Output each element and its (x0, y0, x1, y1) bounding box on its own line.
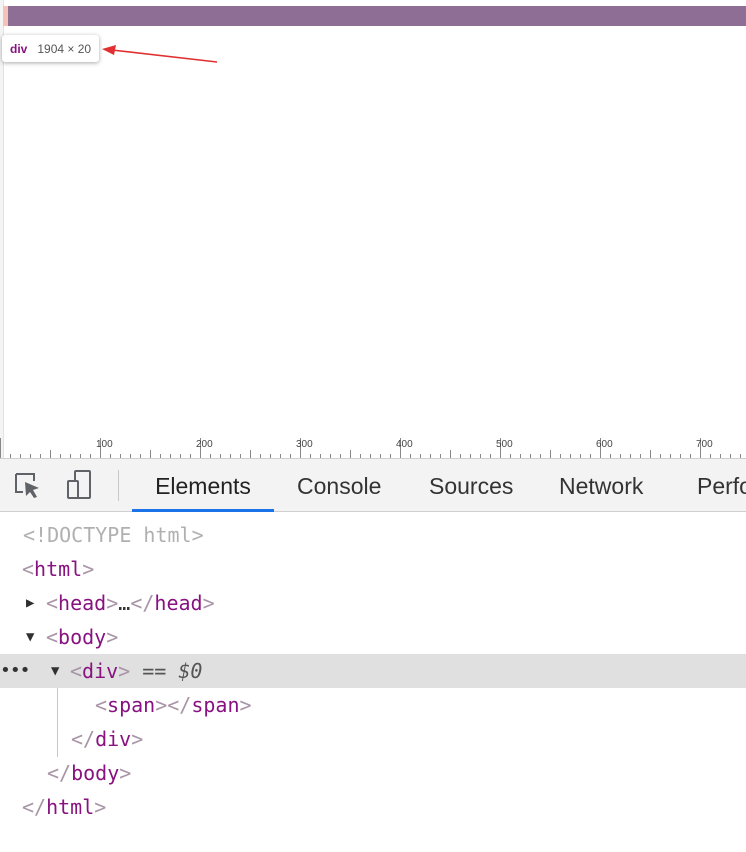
tab-sources[interactable]: Sources (429, 459, 513, 511)
tab-console[interactable]: Console (297, 459, 381, 511)
html-close-tag: html (46, 795, 95, 819)
html-tag: html (34, 557, 83, 581)
h-ruler-label: 300 (296, 439, 313, 450)
tree-node-body[interactable]: ▼ <body> (0, 620, 746, 654)
tab-elements[interactable]: Elements (132, 459, 274, 511)
h-ruler-label: 100 (96, 439, 113, 450)
head-tag: head (58, 591, 107, 615)
tree-node-head[interactable]: ▶ <head>…</head> (0, 586, 746, 620)
element-highlight (8, 6, 746, 26)
toolbar-separator (118, 470, 119, 501)
vertical-ruler: 100 200 300 400 (0, 0, 10, 458)
tooltip-dimensions: 1904 × 20 (37, 41, 92, 56)
div-tag: div (82, 659, 119, 683)
tree-node-div-close[interactable]: </div> (0, 722, 746, 756)
devtools-toolbar: Elements Console Sources Network Perfo (0, 458, 746, 512)
tree-node-span[interactable]: <span></span> (0, 688, 746, 722)
selected-marker: == $0 (142, 659, 203, 683)
inspect-element-icon[interactable] (10, 469, 44, 501)
elements-tree: <!DOCTYPE html> <html> ▶ <head>…</head> … (0, 512, 746, 852)
tree-node-doctype[interactable]: <!DOCTYPE html> (0, 518, 746, 552)
more-options-icon[interactable]: ••• (0, 654, 30, 688)
span-close-tag: span (191, 693, 240, 717)
tab-performance[interactable]: Perfo (697, 459, 746, 511)
doctype-text: <!DOCTYPE html> (23, 523, 204, 547)
h-ruler-label: 600 (596, 439, 613, 450)
device-toolbar-icon[interactable] (62, 469, 96, 501)
h-ruler-label: 400 (396, 439, 413, 450)
tree-node-div-selected[interactable]: ••• ▼ <div> == $0 (0, 654, 746, 688)
h-ruler-label: 500 (496, 439, 513, 450)
horizontal-ruler: 100 200 300 400 500 600 700 (0, 438, 746, 458)
tab-network[interactable]: Network (559, 459, 643, 511)
body-tag: body (58, 625, 107, 649)
tree-node-html[interactable]: <html> (0, 552, 746, 586)
tooltip-tag-name: div (10, 41, 28, 56)
inspector-tooltip: div 1904 × 20 (2, 35, 100, 62)
head-close-tag: head (154, 591, 203, 615)
div-close-tag: div (95, 727, 132, 751)
h-ruler-label: 200 (196, 439, 213, 450)
body-close-tag: body (71, 761, 120, 785)
tree-node-body-close[interactable]: </body> (0, 756, 746, 790)
page-viewport: 100 200 300 400 100 200 300 400 500 600 … (0, 0, 746, 458)
tree-node-html-close[interactable]: </html> (0, 790, 746, 824)
annotation-arrow-icon (102, 45, 218, 63)
span-tag: span (107, 693, 156, 717)
head-collapsed-ellipsis[interactable]: … (118, 591, 130, 615)
h-ruler-label: 700 (696, 439, 713, 450)
